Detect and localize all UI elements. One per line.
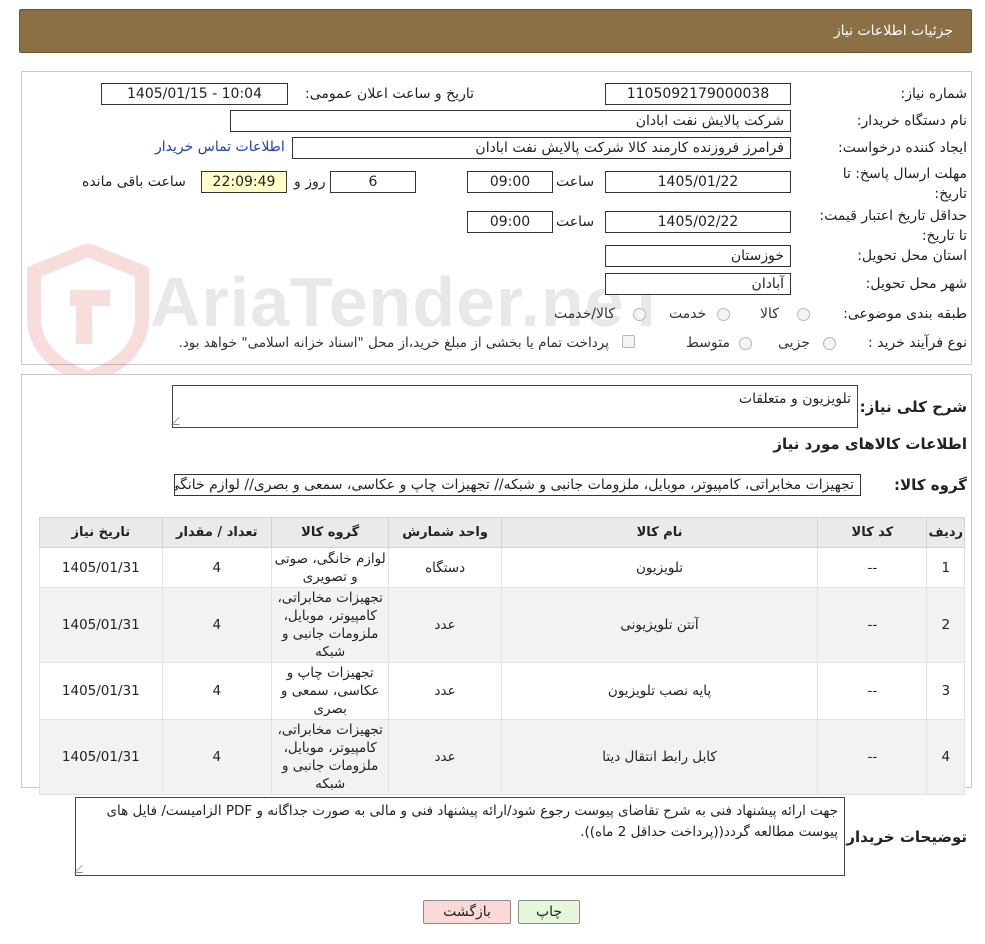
items-table: ردیف کد کالا نام کالا واحد شمارش گروه کا… [39,517,965,795]
cell-date: 1405/01/31 [39,662,163,720]
resize-grip-icon [74,865,90,873]
cell-unit: دستگاه [388,547,502,588]
back-button[interactable]: بازگشت [423,900,511,924]
resize-grip-icon [171,417,187,425]
province-label: استان محل تحویل: [857,248,967,264]
treasury-payment-note: پرداخت تمام یا بخشی از مبلغ خرید،از محل … [178,335,609,351]
cell-qty: 4 [161,547,272,588]
category-option-goods-service: کالا/خدمت [554,306,615,322]
cell-date: 1405/01/31 [39,719,163,795]
province-field: خوزستان [605,245,791,267]
remaining-time-field: 22:09:49 [201,171,287,193]
days-remaining-field: 6 [330,171,416,193]
table-row: 2 -- آنتن تلویزیونی عدد تجهیزات مخابراتی… [39,587,965,663]
page-header: جزئیات اطلاعات نیاز [19,9,972,53]
buyer-org-label: نام دستگاه خریدار: [856,113,967,129]
validity-time-field: 09:00 [467,211,553,233]
purchase-type-label: نوع فرآیند خرید : [868,335,967,351]
category-radio-goods[interactable] [797,308,810,321]
goods-group-label: گروه کالا: [894,476,967,494]
cell-date: 1405/01/31 [39,587,163,663]
category-option-goods: کالا [760,306,779,322]
buyer-notes-textarea: جهت ارائه پیشنهاد فنی به شرح تقاضای پیوس… [74,797,845,876]
description-text: تلویزیون و متعلقات [738,391,851,407]
deadline-time-label: ساعت [556,174,595,190]
cell-row: 1 [926,547,965,588]
need-number-label: شماره نیاز: [900,86,968,102]
deadline-label: مهلت ارسال پاسخ: تا تاریخ: [842,166,967,202]
cell-name: آنتن تلویزیونی [500,587,819,663]
cell-row: 4 [926,719,965,795]
description-textarea: تلویزیون و متعلقات [171,385,858,428]
cell-unit: عدد [388,662,502,720]
cell-name: پایه نصب تلویزیون [500,662,819,720]
announce-date-field: 1405/01/15 - 10:04 [101,83,288,105]
buyer-notes-label: توضیحات خریدار: [840,828,967,846]
col-qty: تعداد / مقدار [161,517,272,548]
buyer-org-field: شرکت پالایش نفت ابادان [230,110,791,132]
table-row: 1 -- تلویزیون دستگاه لوازم خانگی، صوتی و… [39,547,965,588]
col-row: ردیف [926,517,965,548]
requester-label: ایجاد کننده درخواست: [838,140,967,156]
deadline-time-field: 09:00 [467,171,553,193]
category-option-service: خدمت [669,306,707,322]
table-row: 3 -- پایه نصب تلویزیون عدد تجهیزات چاپ و… [39,662,965,720]
goods-group-field: تجهیزات مخابراتی، کامپیوتر، موبایل، ملزو… [174,474,861,496]
category-label: طبقه بندی موضوعی: [843,306,967,322]
cell-unit: عدد [388,719,502,795]
buyer-notes-text: جهت ارائه پیشنهاد فنی به شرح تقاضای پیوس… [106,803,838,840]
items-table-header: ردیف کد کالا نام کالا واحد شمارش گروه کا… [39,517,965,548]
cell-unit: عدد [388,587,502,663]
cell-row: 3 [926,662,965,720]
col-name: نام کالا [500,517,819,548]
cell-row: 2 [926,587,965,663]
items-heading: اطلاعات کالاهای مورد نیاز [773,435,967,453]
watermark-logo [27,244,149,384]
purchase-radio-medium[interactable] [739,337,752,350]
cell-code: -- [817,719,928,795]
cell-qty: 4 [161,587,272,663]
cell-group: تجهیزات چاپ و عکاسی، سمعی و بصری [270,662,390,720]
col-code: کد کالا [817,517,928,548]
description-label: شرح کلی نیاز: [859,398,967,416]
col-group: گروه کالا [270,517,390,548]
cell-code: -- [817,547,928,588]
watermark-text: AriaTender.neT [150,263,669,341]
cell-qty: 4 [161,719,272,795]
purchase-option-minor: جزیی [778,335,810,351]
cell-group: تجهیزات مخابراتی، کامپیوتر، موبایل، ملزو… [270,719,390,795]
deadline-date-field: 1405/01/22 [605,171,791,193]
validity-label: حداقل تاریخ اعتبار قیمت: تا تاریخ: [819,208,967,244]
days-label: روز و [294,174,326,190]
cell-group: لوازم خانگی، صوتی و تصویری [270,547,390,588]
cell-group: تجهیزات مخابراتی، کامپیوتر، موبایل، ملزو… [270,587,390,663]
cell-qty: 4 [161,662,272,720]
cell-date: 1405/01/31 [39,547,163,588]
remaining-time-label: ساعت باقی مانده [82,174,186,190]
cell-code: -- [817,587,928,663]
items-table-wrapper: ردیف کد کالا نام کالا واحد شمارش گروه کا… [39,517,965,795]
need-number-field: 1105092179000038 [605,83,791,105]
validity-time-label: ساعت [556,214,595,230]
announce-date-label: تاریخ و ساعت اعلان عمومی: [305,86,474,102]
validity-date-field: 1405/02/22 [605,211,791,233]
buyer-contact-link[interactable]: اطلاعات تماس خریدار [155,139,285,155]
requester-field: فرامرز فروزنده کارمند کالا شرکت پالایش ن… [292,137,791,159]
category-radio-service[interactable] [717,308,730,321]
col-unit: واحد شمارش [388,517,502,548]
purchase-radio-minor[interactable] [823,337,836,350]
city-field: آبادان [605,273,791,295]
category-radio-goods-service[interactable] [633,308,646,321]
cell-name: تلویزیون [500,547,819,588]
page-title: جزئیات اطلاعات نیاز [833,23,953,39]
col-date: تاریخ نیاز [39,517,163,548]
city-label: شهر محل تحویل: [865,276,967,292]
treasury-payment-checkbox[interactable] [622,335,635,348]
print-button[interactable]: چاپ [518,900,580,924]
cell-code: -- [817,662,928,720]
purchase-option-medium: متوسط [686,335,730,351]
table-row: 4 -- کابل رابط انتقال دیتا عدد تجهیزات م… [39,719,965,795]
cell-name: کابل رابط انتقال دیتا [500,719,819,795]
